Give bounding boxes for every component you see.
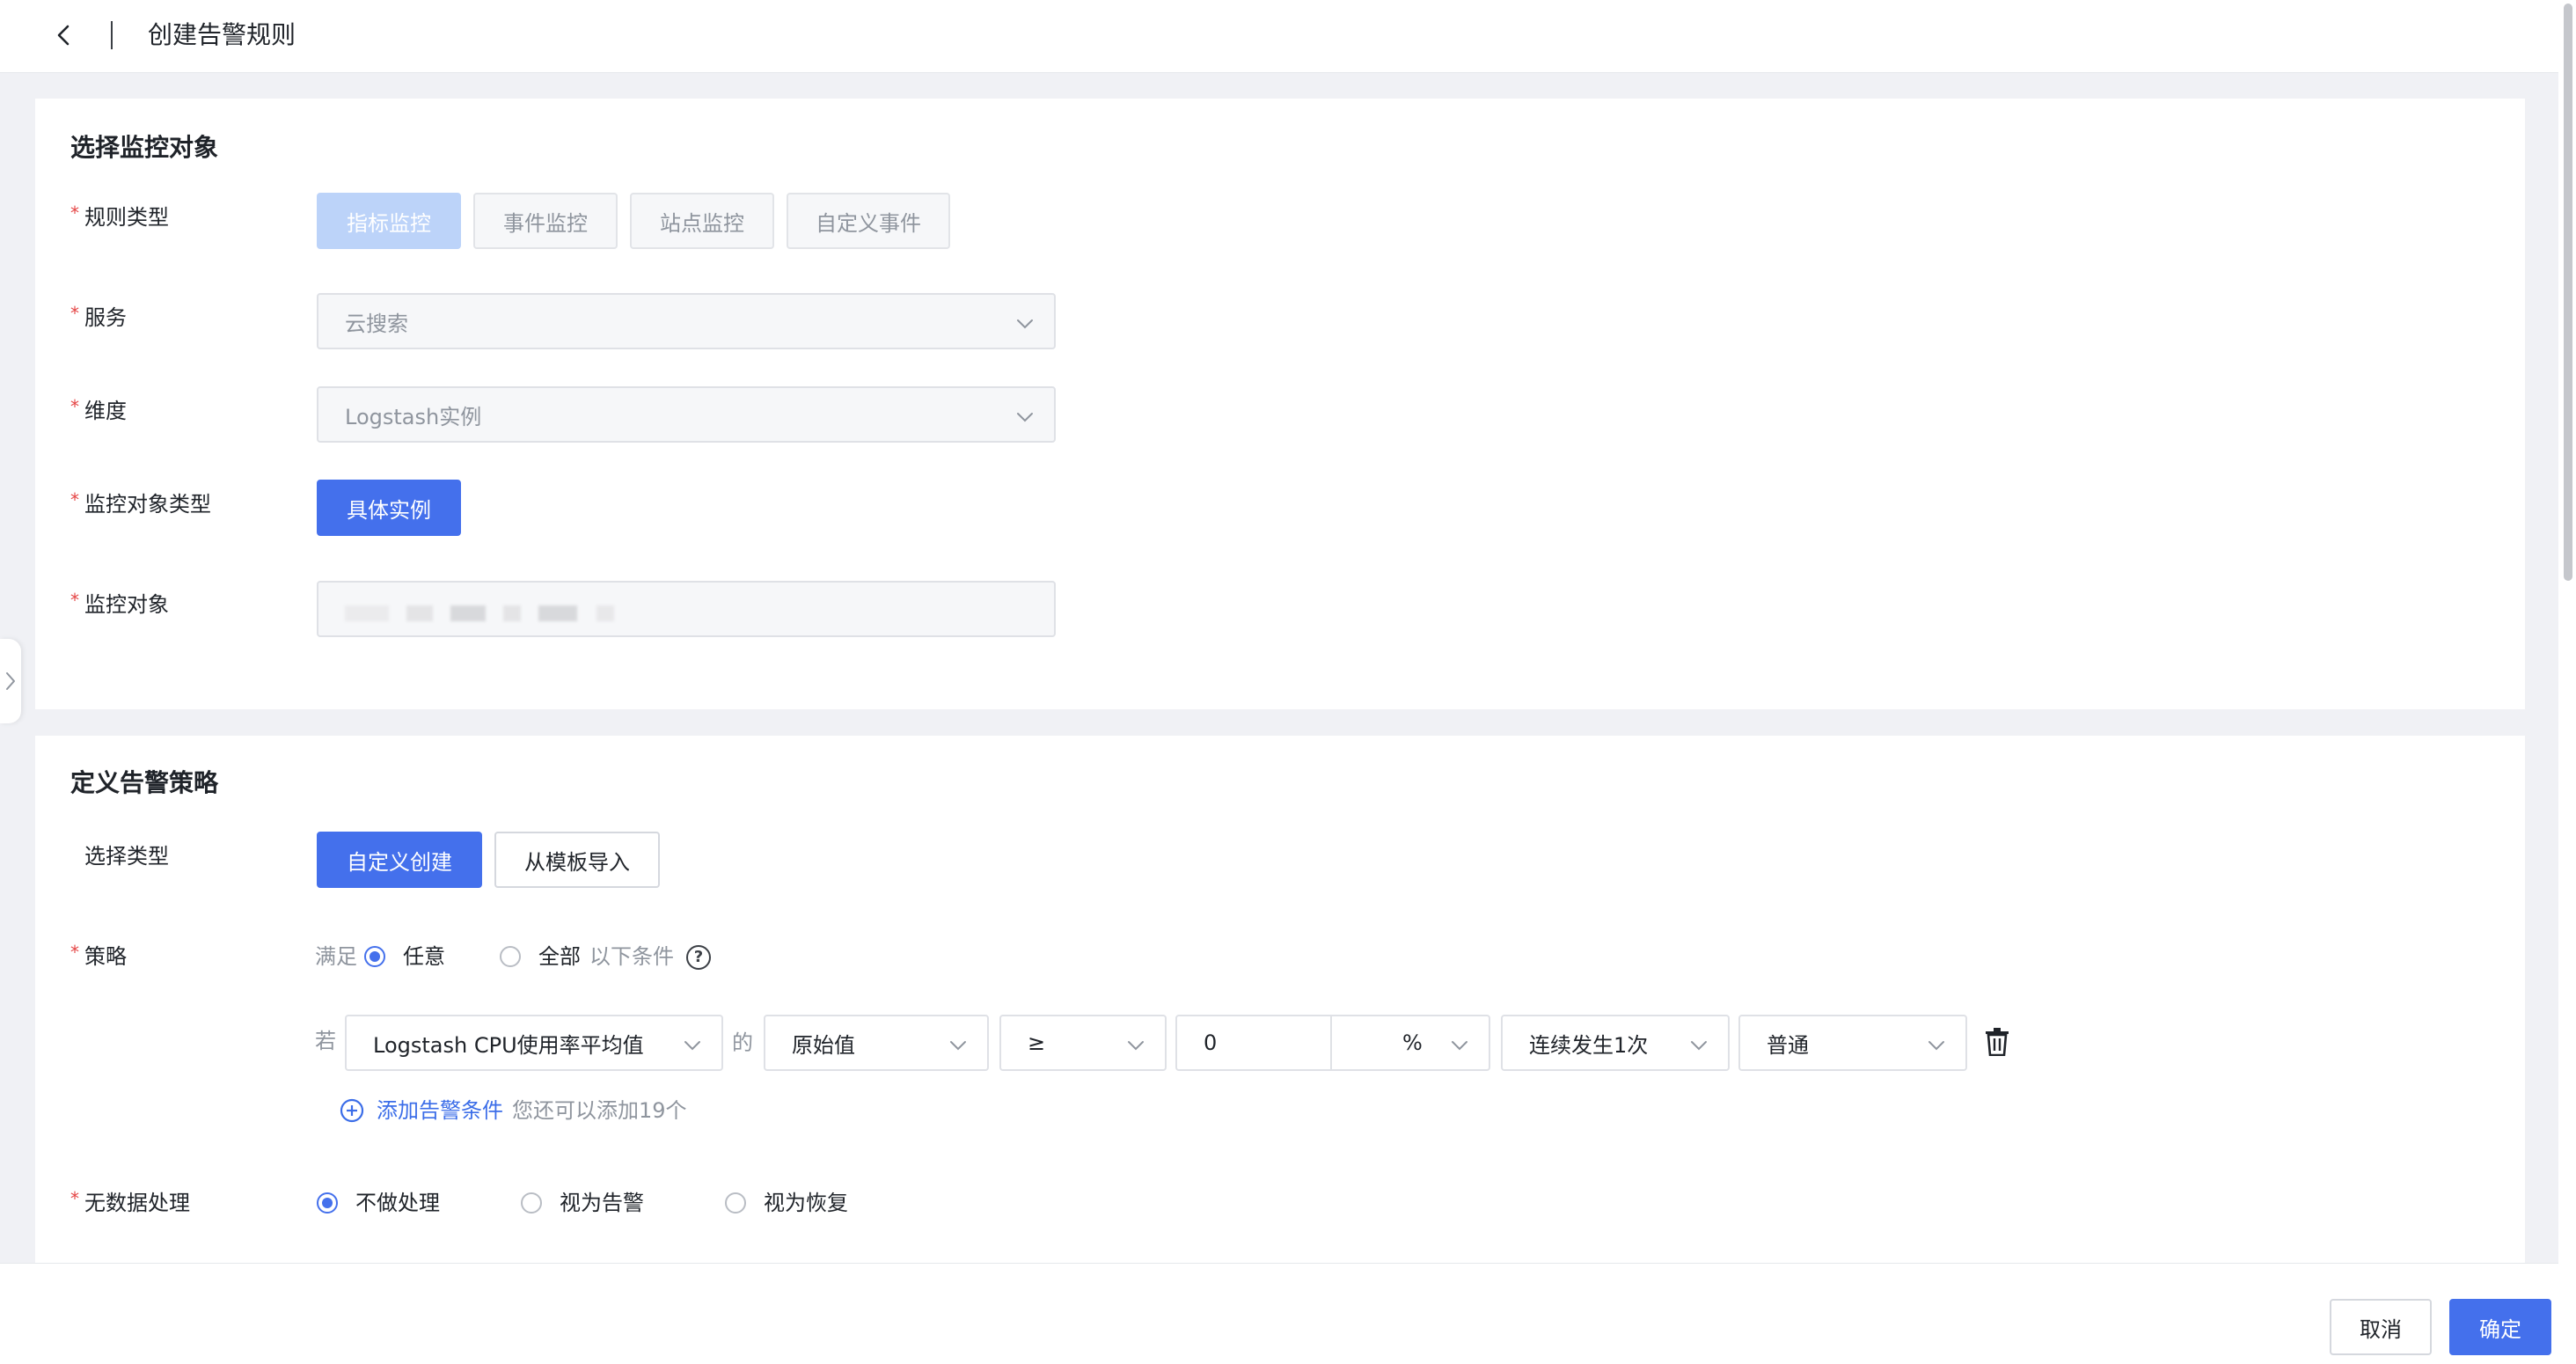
service-label: * 服务 xyxy=(70,303,127,330)
rule-type-custom-event-button[interactable]: 自定义事件 xyxy=(787,193,950,249)
chevron-right-icon xyxy=(6,672,15,690)
page-header: 创建告警规则 xyxy=(0,0,2558,72)
no-data-label: * 无数据处理 xyxy=(70,1188,190,1215)
chevron-down-icon xyxy=(684,1041,700,1051)
chevron-down-icon xyxy=(1452,1041,1467,1051)
confirm-button[interactable]: 确定 xyxy=(2449,1299,2551,1355)
back-arrow-icon[interactable] xyxy=(51,22,77,48)
dimension-select[interactable]: Logstash实例 xyxy=(317,386,1056,443)
add-alarm-condition-link[interactable]: 添加告警条件 xyxy=(377,1096,503,1126)
occurrence-select[interactable]: 连续发生1次 xyxy=(1501,1015,1730,1071)
select-type-label: 选择类型 xyxy=(84,844,169,869)
no-data-recover-label[interactable]: 视为恢复 xyxy=(764,1188,848,1218)
chevron-down-icon xyxy=(1017,319,1033,329)
policy-all-radio[interactable] xyxy=(500,946,521,967)
policy-all-label[interactable]: 全部 xyxy=(538,942,581,972)
add-circle-icon[interactable] xyxy=(340,1098,364,1123)
delete-condition-icon[interactable] xyxy=(1985,1028,2009,1056)
policy-suffix-text: 以下条件 xyxy=(589,944,674,969)
policy-prefix-text: 满足 xyxy=(315,944,357,969)
header-divider xyxy=(111,21,113,49)
policy-label: * 策略 xyxy=(70,942,127,969)
object-type-label: * 监控对象类型 xyxy=(70,489,211,517)
help-icon[interactable]: ? xyxy=(686,945,711,970)
sidebar-expand-tab[interactable] xyxy=(0,639,21,723)
page-title: 创建告警规则 xyxy=(148,20,296,49)
custom-create-button[interactable]: 自定义创建 xyxy=(317,832,482,888)
rule-type-label: * 规则类型 xyxy=(70,202,169,230)
define-alarm-policy-card: 定义告警策略 选择类型 自定义创建 从模板导入 * 策略 满足 任意 全部 以下条… xyxy=(35,736,2525,1264)
service-select[interactable]: 云搜索 xyxy=(317,293,1056,349)
condition-of-text: 的 xyxy=(732,1030,753,1055)
select-monitor-object-card: 选择监控对象 * 规则类型 指标监控 事件监控 站点监控 自定义事件 * 服务 云搜… xyxy=(35,99,2525,709)
no-data-ignore-label[interactable]: 不做处理 xyxy=(355,1188,440,1218)
rule-type-site-button[interactable]: 站点监控 xyxy=(630,193,774,249)
chevron-down-icon xyxy=(1928,1041,1944,1051)
action-footer: 取消 确定 xyxy=(0,1264,2558,1364)
dimension-label: * 维度 xyxy=(70,396,127,423)
object-type-specific-instance-button[interactable]: 具体实例 xyxy=(317,480,461,536)
operator-select[interactable]: ≥ xyxy=(999,1015,1167,1071)
no-data-ignore-radio[interactable] xyxy=(317,1192,338,1214)
condition-if-text: 若 xyxy=(315,1029,336,1053)
chevron-down-icon xyxy=(1017,413,1033,422)
scrollbar-thumb[interactable] xyxy=(2564,4,2572,581)
no-data-recover-radio[interactable] xyxy=(725,1192,746,1214)
no-data-alarm-label[interactable]: 视为告警 xyxy=(560,1188,644,1218)
rule-type-event-button[interactable]: 事件监控 xyxy=(473,193,618,249)
monitor-object-label: * 监控对象 xyxy=(70,590,169,617)
no-data-alarm-radio[interactable] xyxy=(521,1192,542,1214)
monitor-object-field-redacted[interactable] xyxy=(317,581,1056,637)
policy-any-radio[interactable] xyxy=(364,946,385,967)
section-title-select-object: 选择监控对象 xyxy=(70,133,219,162)
add-condition-hint: 您还可以添加19个 xyxy=(512,1098,687,1123)
severity-select[interactable]: 普通 xyxy=(1738,1015,1967,1071)
chevron-down-icon xyxy=(1691,1041,1707,1051)
create-alarm-rule-page: 创建告警规则 选择监控对象 * 规则类型 指标监控 事件监控 站点监控 自定义事件… xyxy=(0,0,2576,1364)
chevron-down-icon xyxy=(1128,1041,1144,1051)
threshold-input[interactable]: 0 xyxy=(1175,1015,1332,1071)
cancel-button[interactable]: 取消 xyxy=(2330,1299,2432,1355)
rule-type-metric-button[interactable]: 指标监控 xyxy=(317,193,461,249)
metric-select[interactable]: Logstash CPU使用率平均值 xyxy=(345,1015,723,1071)
chevron-down-icon xyxy=(950,1041,966,1051)
unit-select[interactable]: % xyxy=(1330,1015,1490,1071)
import-from-template-button[interactable]: 从模板导入 xyxy=(494,832,660,888)
policy-any-label[interactable]: 任意 xyxy=(403,942,445,972)
statistic-select[interactable]: 原始值 xyxy=(764,1015,989,1071)
section-title-define-policy: 定义告警策略 xyxy=(70,768,219,797)
